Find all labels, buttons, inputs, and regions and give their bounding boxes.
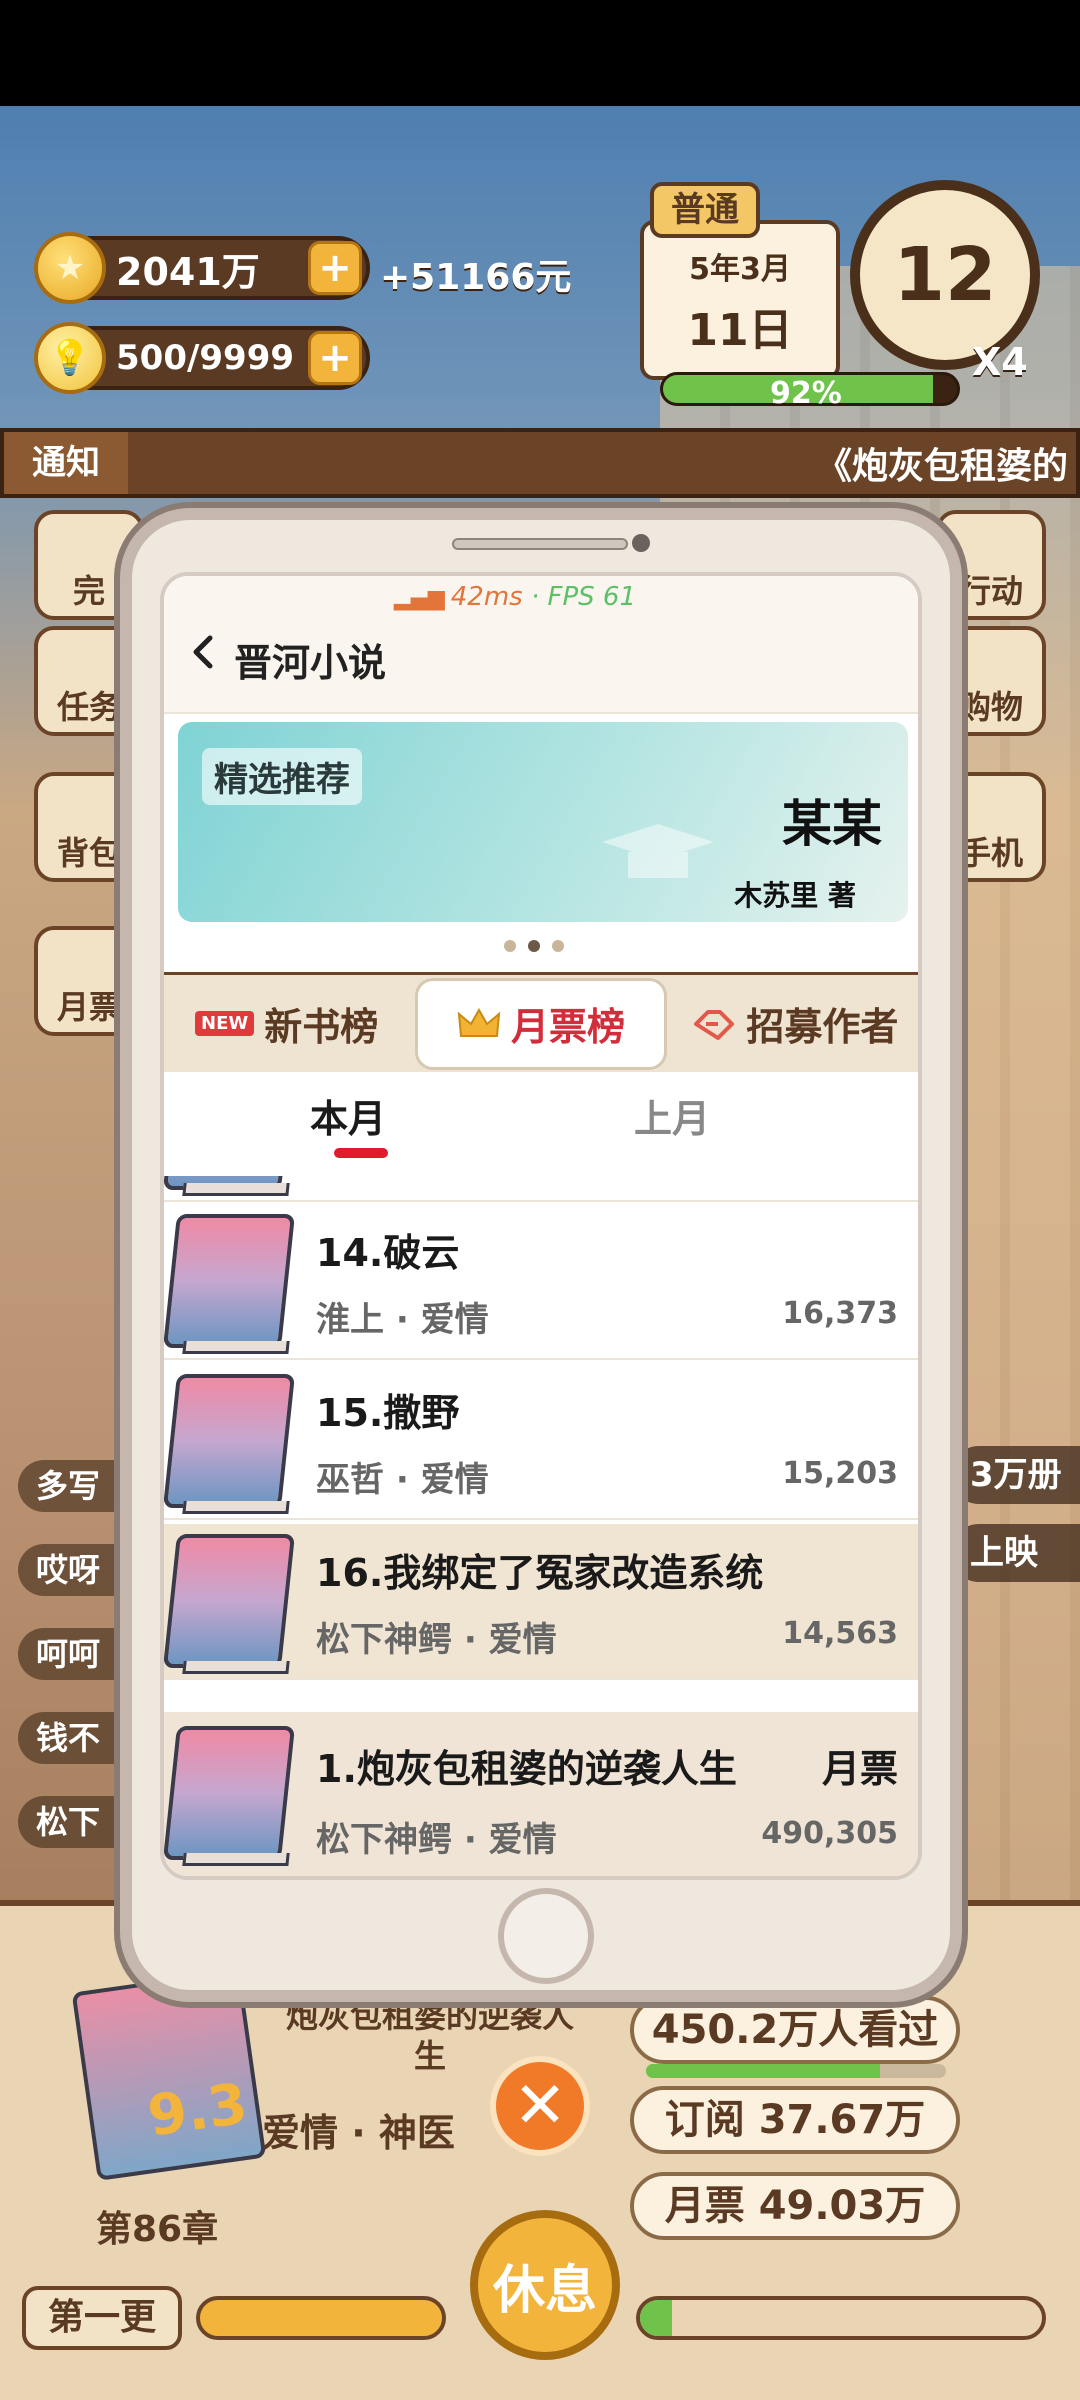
income-text: +51166元	[380, 257, 572, 298]
add-ideas-button[interactable]: +	[308, 331, 362, 385]
pagination-dot[interactable]	[552, 940, 564, 952]
book-meta: 松下神鳄 · 爱情	[316, 1620, 557, 1660]
banner-book-title: 某某	[782, 795, 882, 853]
banner-author: 木苏里 著	[734, 879, 856, 912]
list-item[interactable]: 14.破云 淮上 · 爱情 16,373	[164, 1204, 918, 1360]
ideas-display: 💡 500/9999 +	[34, 322, 370, 394]
tab-label: 招募作者	[746, 1005, 899, 1049]
latency-text: 42ms	[450, 582, 523, 612]
my-book-votes: 490,305	[761, 1816, 898, 1851]
right-tag-1[interactable]: 3万册	[950, 1446, 1080, 1504]
active-subtab-indicator	[334, 1148, 388, 1158]
back-arrow-icon[interactable]	[186, 634, 222, 670]
tab-recruit-authors[interactable]: 招募作者	[673, 975, 918, 1072]
monthly-ticket-stat: 月票 49.03万	[630, 2172, 960, 2240]
book-meta: 巫哲 · 爱情	[316, 1460, 489, 1500]
energy-value: 92%	[770, 376, 842, 411]
my-book-label: 月票	[821, 1747, 898, 1791]
ranking-list: 14.破云 淮上 · 爱情 16,373 15.撒野 巫哲 · 爱情 15,20…	[164, 1176, 918, 1876]
update-progress-bar	[196, 2296, 446, 2340]
app-title: 晋河小说	[234, 641, 387, 685]
banner-pagination	[504, 940, 564, 952]
book-title: 15.撒野	[316, 1391, 460, 1435]
book-meta: 淮上 · 爱情	[316, 1300, 489, 1340]
pagination-dot-active[interactable]	[528, 940, 540, 952]
writing-progress-bar	[636, 2296, 1046, 2340]
subtab-this-month[interactable]: 本月	[310, 1088, 386, 1143]
my-book-title: 1.炮灰包租婆的逆袭人生	[316, 1747, 737, 1791]
book-title: 14.破云	[316, 1231, 460, 1275]
phone-home-button[interactable]	[498, 1888, 594, 1984]
tab-label: 月票榜	[510, 1005, 625, 1049]
new-badge: NEW	[195, 1011, 255, 1036]
phone-modal: ▂▄▆42ms · FPS 61 晋河小说 精选推荐 某某 木苏里 著 NEW	[120, 508, 962, 2002]
first-update-button[interactable]: 第一更	[22, 2286, 182, 2350]
coin-icon: ★	[34, 232, 106, 304]
subtab-last-month[interactable]: 上月	[634, 1088, 710, 1143]
chapter-number: 第86章	[96, 2209, 219, 2250]
tab-monthly-tickets[interactable]: 月票榜	[415, 977, 667, 1070]
period-tabs: 本月 上月	[164, 1076, 918, 1176]
date-month: 5年3月	[689, 252, 791, 287]
featured-banner[interactable]: 精选推荐 某某 木苏里 著	[178, 722, 908, 922]
book-votes: 15,203	[782, 1456, 898, 1491]
book-cover	[164, 1176, 296, 1190]
signal-icon: ▂▄▆	[394, 586, 445, 611]
book-cover	[164, 1534, 296, 1668]
ranking-tabs: NEW 新书榜 月票榜 招募作者	[164, 972, 918, 1072]
book-rating: 9.3	[143, 2071, 252, 2150]
writing-progress-fill	[640, 2300, 673, 2336]
lightbulb-icon: 💡	[34, 322, 106, 394]
difficulty-tag[interactable]: 普通	[650, 182, 760, 238]
my-book-meta: 松下神鳄 · 爱情	[316, 1820, 557, 1860]
close-button[interactable]: ✕	[490, 2056, 590, 2156]
add-money-button[interactable]: +	[308, 241, 362, 295]
ideas-value: 500/9999	[116, 338, 295, 378]
phone-camera	[632, 534, 650, 552]
graduation-cap-icon	[602, 824, 714, 878]
tab-label: 新书榜	[264, 1005, 379, 1049]
rest-button[interactable]: 休息	[470, 2210, 620, 2360]
phone-screen: ▂▄▆42ms · FPS 61 晋河小说 精选推荐 某某 木苏里 著 NEW	[160, 572, 922, 1880]
notice-bar[interactable]: 通知 《炮灰包租婆的	[0, 428, 1080, 498]
pagination-dot[interactable]	[504, 940, 516, 952]
money-display: ★ 2041万 +	[34, 232, 370, 304]
book-title: 16.我绑定了冤家改造系统	[316, 1551, 764, 1595]
my-book-row[interactable]: 1.炮灰包租婆的逆袭人生 月票 松下神鳄 · 爱情 490,305	[164, 1708, 918, 1876]
handshake-icon	[694, 1009, 735, 1040]
book-cover	[164, 1726, 296, 1860]
fps-text: FPS 61	[547, 582, 637, 612]
status-bar	[0, 0, 1080, 106]
views-bar	[646, 2064, 946, 2078]
book-genre-bottom: 爱情 · 神医	[262, 2111, 455, 2155]
book-votes: 14,563	[782, 1616, 898, 1651]
date-card: 5年3月 11日	[640, 220, 840, 380]
subscribe-stat: 订阅 37.67万	[630, 2086, 960, 2154]
notice-label: 通知	[4, 432, 128, 494]
book-votes: 16,373	[782, 1296, 898, 1331]
fps-overlay: ▂▄▆ 42ms · FPS 61	[394, 582, 636, 612]
money-value: 2041万	[116, 249, 260, 294]
list-item[interactable]: 15.撒野 巫哲 · 爱情 15,203	[164, 1364, 918, 1520]
views-stat: 450.2万人看过	[630, 1996, 960, 2064]
date-day: 11日	[687, 305, 793, 356]
fps-separator: ·	[522, 582, 548, 612]
right-tag-2[interactable]: 上映	[950, 1524, 1080, 1582]
list-item[interactable]: 16.我绑定了冤家改造系统 松下神鳄 · 爱情 14,563	[164, 1524, 918, 1680]
tab-new-books[interactable]: NEW 新书榜	[164, 975, 409, 1072]
crown-icon	[457, 1007, 501, 1037]
book-cover	[164, 1214, 296, 1348]
speed-multiplier[interactable]: X4	[972, 340, 1028, 384]
app-header: ▂▄▆ 42ms · FPS 61 晋河小说	[164, 576, 918, 714]
list-item[interactable]	[164, 1176, 918, 1202]
book-cover	[164, 1374, 296, 1508]
notice-text: 《炮灰包租婆的	[815, 446, 1068, 487]
banner-tag: 精选推荐	[202, 748, 362, 805]
phone-speaker	[452, 538, 628, 550]
views-fill	[646, 2064, 880, 2078]
